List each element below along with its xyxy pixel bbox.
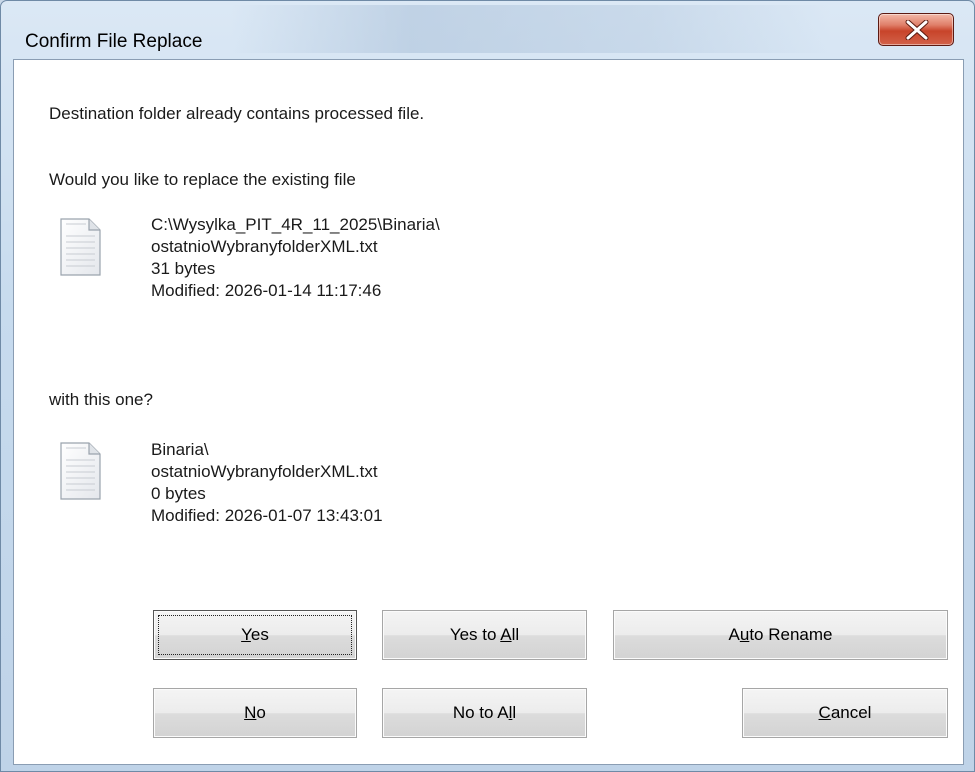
message-line-3: with this one?	[49, 390, 153, 409]
existing-file-modified: Modified: 2026-01-14 11:17:46	[151, 281, 382, 300]
yes-to-all-button-label: Yes to All	[449, 625, 520, 644]
titlebar-background	[231, 5, 831, 53]
title-bar[interactable]: Confirm File Replace	[1, 1, 974, 59]
confirm-file-replace-dialog: Confirm File Replace Destination folder …	[0, 0, 975, 772]
close-icon	[905, 20, 929, 40]
text-file-icon	[60, 442, 101, 500]
focus-ring	[158, 615, 352, 655]
existing-file-size: 31 bytes	[151, 259, 216, 278]
message-line-2: Would you like to replace the existing f…	[49, 170, 356, 189]
yes-button[interactable]: Yes	[153, 610, 357, 660]
no-button-label: No	[244, 703, 266, 722]
no-button[interactable]: No	[153, 688, 357, 738]
dialog-body: Destination folder already contains proc…	[13, 59, 964, 765]
new-file-modified: Modified: 2026-01-07 13:43:01	[151, 506, 383, 525]
new-file-size: 0 bytes	[151, 484, 206, 503]
message-line-1: Destination folder already contains proc…	[49, 104, 425, 123]
existing-file-name: ostatnioWybranyfolderXML.txt	[151, 237, 378, 256]
new-file-name: ostatnioWybranyfolderXML.txt	[151, 462, 378, 481]
no-to-all-button[interactable]: No to All	[382, 688, 587, 738]
new-file-path: Binaria\	[151, 440, 209, 459]
yes-to-all-button[interactable]: Yes to All	[382, 610, 587, 660]
no-to-all-button-label: No to All	[452, 703, 517, 722]
cancel-button-label: Cancel	[818, 703, 872, 722]
new-file-info: Binaria\ ostatnioWybranyfolderXML.txt 0 …	[151, 439, 383, 527]
close-button[interactable]	[878, 13, 954, 46]
existing-file-info: C:\Wysylka_PIT_4R_11_2025\Binaria\ ostat…	[151, 214, 440, 302]
existing-file-path: C:\Wysylka_PIT_4R_11_2025\Binaria\	[151, 215, 440, 234]
cancel-button[interactable]: Cancel	[742, 688, 948, 738]
window-title: Confirm File Replace	[25, 31, 203, 52]
text-file-icon	[60, 218, 101, 276]
auto-rename-button-label: Auto Rename	[728, 625, 833, 644]
auto-rename-button[interactable]: Auto Rename	[613, 610, 948, 660]
